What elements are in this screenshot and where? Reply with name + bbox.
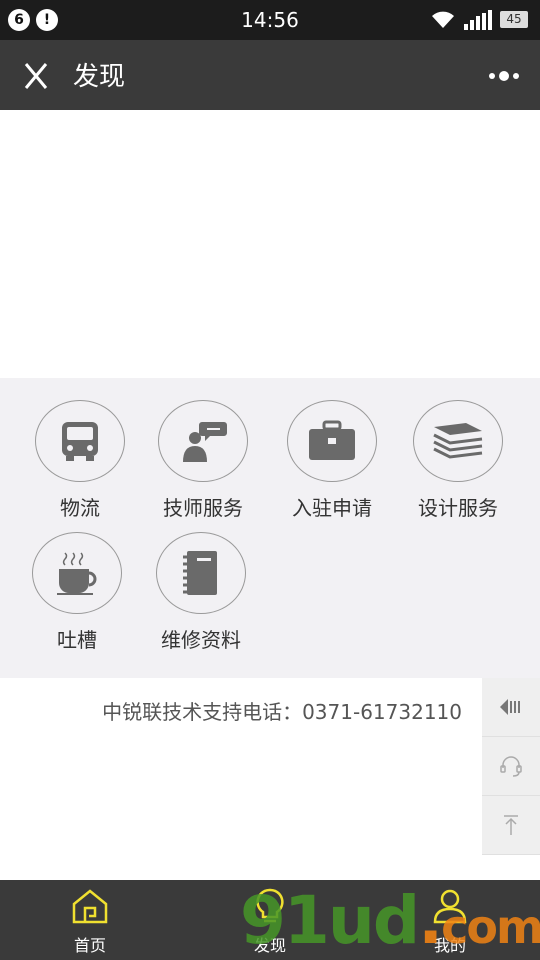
wifi-icon xyxy=(432,11,454,28)
grid-item-circle xyxy=(287,400,377,482)
grid-item-circle xyxy=(158,400,248,482)
more-dots-icon[interactable] xyxy=(486,68,522,84)
grid-item-repair-docs[interactable]: 维修资料 xyxy=(141,532,261,653)
bottom-tab-bar: 首页 发现 我的 xyxy=(0,880,540,960)
tab-home[interactable]: 首页 xyxy=(30,888,150,956)
tab-label: 我的 xyxy=(433,936,466,955)
back-arrow-icon xyxy=(500,699,520,715)
grid-item-circle xyxy=(156,532,246,614)
grid-item-label: 入驻申请 xyxy=(292,496,372,520)
grid-item-label: 吐槽 xyxy=(57,628,97,652)
tab-mine[interactable]: 我的 xyxy=(390,888,510,956)
grid-item-design[interactable]: 设计服务 xyxy=(398,400,518,521)
grid-item-label: 维修资料 xyxy=(161,628,241,652)
side-support-button[interactable] xyxy=(482,737,540,796)
truck-icon xyxy=(62,422,98,461)
signal-icon xyxy=(464,10,492,30)
close-icon[interactable] xyxy=(18,60,54,92)
tab-label: 首页 xyxy=(73,936,106,955)
grid-item-feedback[interactable]: 吐槽 xyxy=(17,532,137,653)
back-to-top-icon xyxy=(504,815,518,835)
tab-discover[interactable]: 发现 xyxy=(210,888,330,956)
layers-stack-icon xyxy=(433,423,483,459)
grid-item-circle xyxy=(32,532,122,614)
grid-item-technician[interactable]: 技师服务 xyxy=(143,400,263,521)
content-blank-area xyxy=(0,110,540,378)
coffee-cup-icon xyxy=(57,552,97,595)
briefcase-icon xyxy=(309,420,355,460)
battery-level: 45 xyxy=(506,12,522,26)
technician-chat-icon xyxy=(183,422,227,462)
headset-icon xyxy=(500,756,522,777)
grid-item-label: 技师服务 xyxy=(163,496,243,520)
feature-grid: 物流 技师服务 入驻申请 设计服务 吐槽 维修资料 xyxy=(0,378,540,678)
tab-label: 发现 xyxy=(253,936,286,955)
grid-item-label: 设计服务 xyxy=(418,496,498,520)
page-title: 发现 xyxy=(73,62,126,92)
support-hotline: 中锐联技术支持电话：0371-61732110 xyxy=(102,700,462,724)
battery-icon: 45 xyxy=(500,11,528,28)
notebook-icon xyxy=(183,551,217,595)
grid-item-apply[interactable]: 入驻申请 xyxy=(272,400,392,521)
title-bar: 发现 xyxy=(0,40,540,110)
grid-item-label: 物流 xyxy=(60,496,100,520)
status-bar: 6 ! 14:56 45 xyxy=(0,0,540,40)
lightbulb-icon xyxy=(256,888,284,923)
home-icon xyxy=(72,889,108,924)
side-top-button[interactable] xyxy=(482,796,540,855)
grid-item-circle xyxy=(413,400,503,482)
status-time: 14:56 xyxy=(241,8,299,32)
user-icon xyxy=(433,889,467,924)
side-back-button[interactable] xyxy=(482,678,540,737)
grid-item-logistics[interactable]: 物流 xyxy=(20,400,140,521)
grid-item-circle xyxy=(35,400,125,482)
